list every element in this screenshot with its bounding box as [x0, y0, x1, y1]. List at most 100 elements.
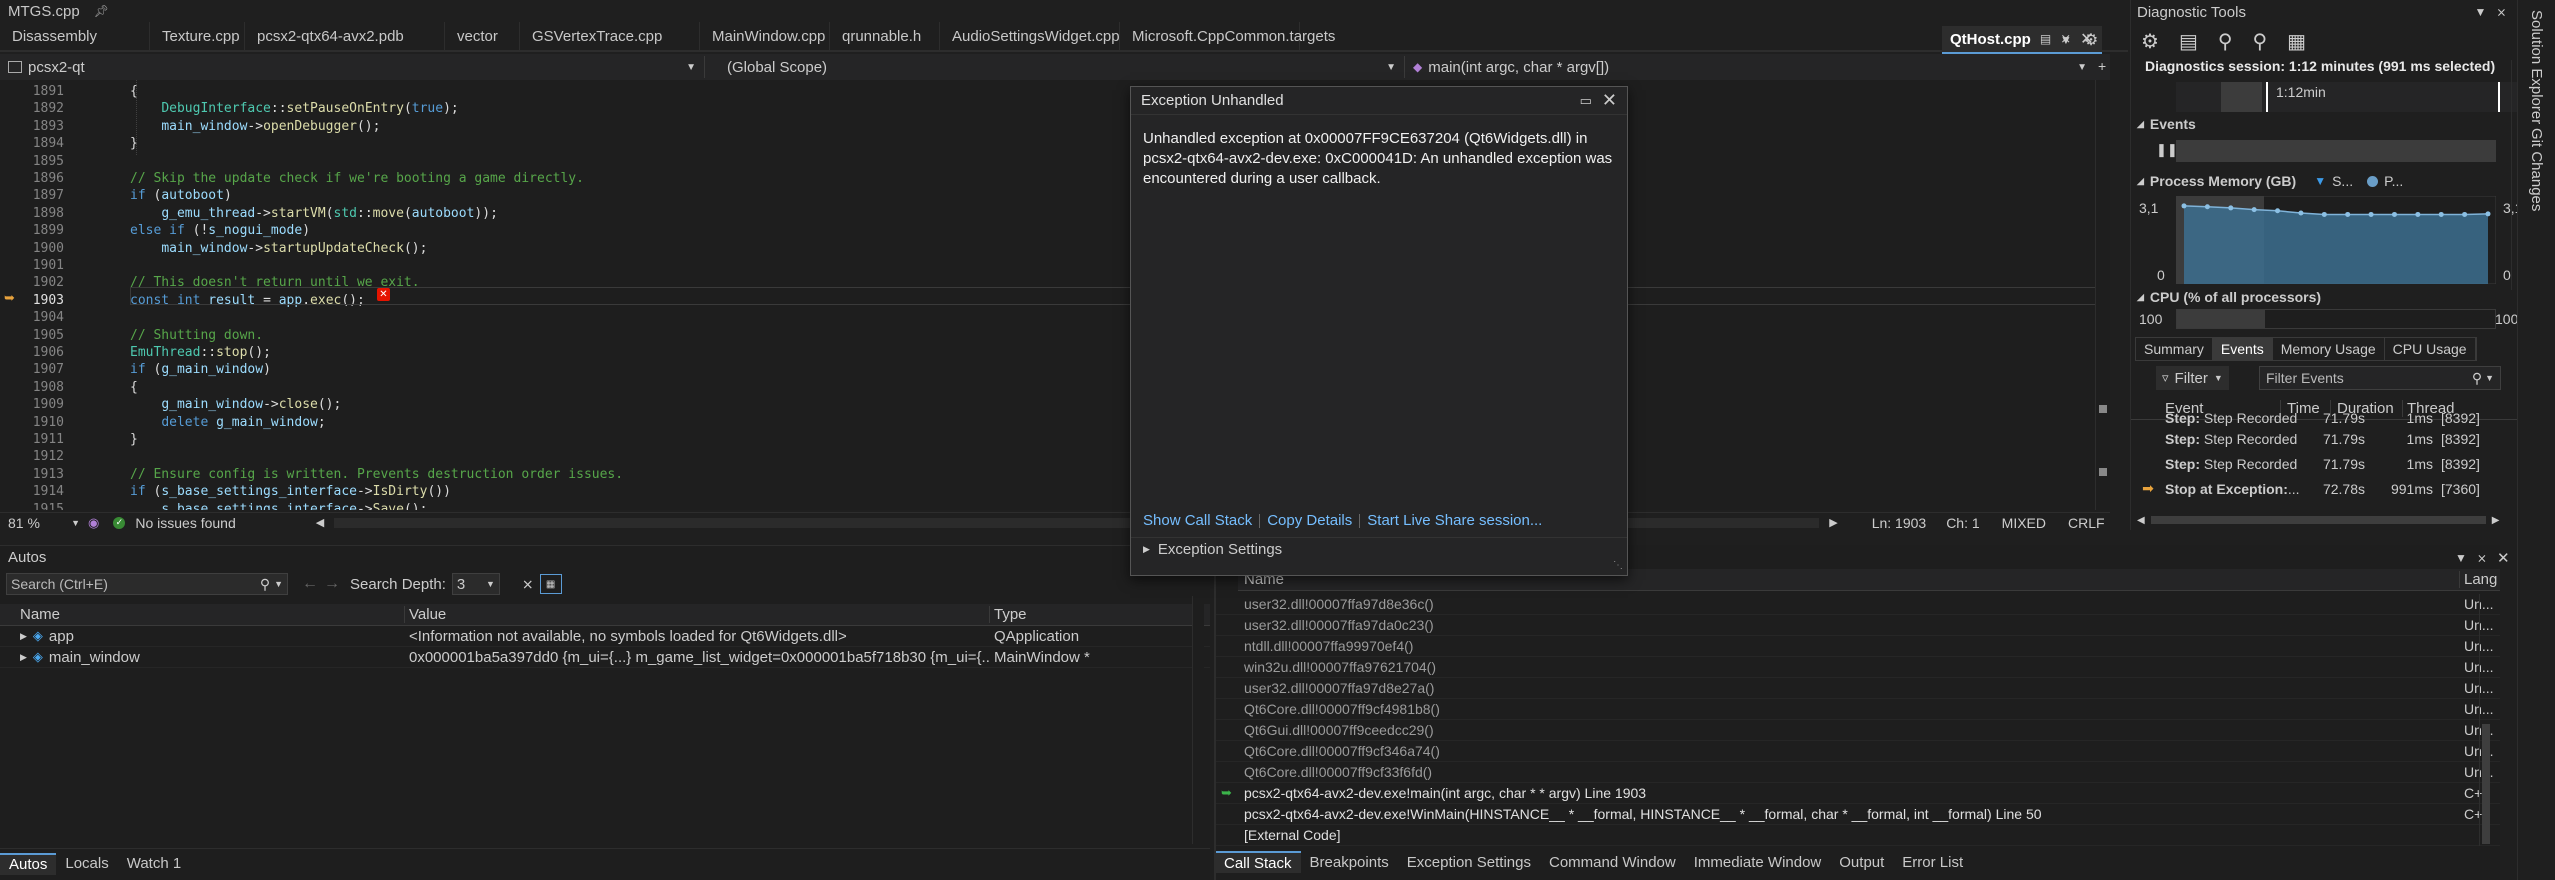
document-tab[interactable]: Texture.cpp	[150, 22, 245, 50]
chevron-down-icon[interactable]: ▼	[2455, 551, 2467, 565]
pin-icon[interactable]: ⨯	[2477, 551, 2487, 565]
settings-gear-icon[interactable]: ⚙	[2084, 30, 2098, 50]
zoom-in-icon[interactable]: ⚲	[2218, 29, 2233, 54]
code-line[interactable]: }	[130, 431, 138, 449]
exception-settings-expander[interactable]: ▶ Exception Settings	[1131, 537, 1627, 561]
call-stack-frame[interactable]: user32.dll!00007ffa97da0c23() Un...	[1215, 615, 2500, 636]
code-line[interactable]: // Ensure config is written. Prevents de…	[130, 466, 623, 484]
bottom-tab-output[interactable]: Output	[1830, 851, 1893, 873]
zoom-out-icon[interactable]: ⚲	[2253, 29, 2268, 54]
exception-link[interactable]: Copy Details	[1267, 512, 1352, 529]
close-icon[interactable]: ✕	[2497, 549, 2510, 567]
call-stack-frame[interactable]: Qt6Gui.dll!00007ff9ceedcc29() Un...	[1215, 720, 2500, 741]
bottom-tab-command-window[interactable]: Command Window	[1540, 851, 1685, 873]
bottom-tab-error-list[interactable]: Error List	[1893, 851, 1972, 873]
forward-arrow-icon[interactable]: →	[324, 575, 340, 593]
scroll-right-icon[interactable]: ▶	[1829, 516, 1837, 529]
code-line[interactable]: delete g_main_window;	[130, 414, 325, 432]
code-line[interactable]: main_window->openDebugger();	[130, 118, 380, 136]
scrollbar-thumb[interactable]	[2150, 516, 2486, 524]
event-row[interactable]: ➡ Stop at Exception:... 72.78s 991ms [7360]	[2131, 476, 2521, 501]
document-tab[interactable]: AudioSettingsWidget.cpp	[940, 22, 1120, 50]
code-line[interactable]: else if (!s_nogui_mode)	[130, 222, 310, 240]
cpu-chart[interactable]	[2176, 309, 2496, 329]
call-stack-frame[interactable]: [External Code]	[1215, 825, 2500, 846]
bottom-tab-breakpoints[interactable]: Breakpoints	[1301, 851, 1398, 873]
memory-chart[interactable]	[2176, 196, 2496, 284]
zoom-dropdown[interactable]: 81 % ▼	[0, 515, 80, 531]
call-stack-frame[interactable]: Qt6Core.dll!00007ff9cf346a74() Un...	[1215, 741, 2500, 762]
events-horizontal-scrollbar[interactable]: ◀ ▶	[2131, 512, 2536, 528]
panel-splitter[interactable]	[1214, 545, 1216, 880]
timeline-end-handle[interactable]	[2498, 82, 2500, 112]
code-editor[interactable]: 1891{1892 DebugInterface::setPauseOnEntr…	[0, 80, 2110, 510]
chevron-down-icon[interactable]: ▼	[2060, 33, 2072, 47]
document-tab[interactable]: Microsoft.CppCommon.targets	[1120, 22, 1335, 50]
close-icon[interactable]: ✕	[1602, 90, 1617, 111]
code-line[interactable]: EmuThread::stop();	[130, 344, 271, 362]
bottom-tab-immediate-window[interactable]: Immediate Window	[1685, 851, 1831, 873]
filter-button[interactable]: ▿ Filter ▼	[2156, 366, 2229, 390]
scroll-left-icon[interactable]: ◀	[2137, 515, 2145, 526]
search-depth-dropdown[interactable]: 3 ▼	[451, 573, 500, 595]
bottom-tab-locals[interactable]: Locals	[56, 853, 117, 875]
call-stack-frame[interactable]: Qt6Core.dll!00007ff9cf4981b8() Un...	[1215, 699, 2500, 720]
pin-icon[interactable]: ⨯	[2496, 5, 2506, 19]
document-tab[interactable]: Disassembly	[0, 22, 150, 50]
git-changes-tab[interactable]: Git Changes	[2528, 128, 2545, 211]
cpu-section-header[interactable]: ◢ CPU (% of all processors)	[2137, 289, 2321, 305]
solution-explorer-tab[interactable]: Solution Explorer	[2528, 10, 2545, 124]
col-value[interactable]: Value	[405, 606, 990, 623]
copilot-icon[interactable]: ◉	[88, 515, 99, 531]
document-tab[interactable]: qrunnable.h	[830, 22, 940, 50]
column-indicator[interactable]: Ch: 1	[1946, 515, 1979, 531]
autos-scrollbar[interactable]	[1192, 596, 1204, 844]
code-line[interactable]: // Skip the update check if we're bootin…	[130, 170, 584, 188]
document-tab[interactable]: pcsx2-qtx64-avx2.pdb	[245, 22, 445, 50]
call-stack-frame[interactable]: win32u.dll!00007ffa97621704() Un...	[1215, 657, 2500, 678]
chevron-right-icon[interactable]: ▶	[20, 652, 27, 663]
split-editor-icon[interactable]: +	[2098, 58, 2106, 74]
pin-icon[interactable]: 📌︎	[94, 4, 109, 18]
search-icon[interactable]: ⚲	[2472, 370, 2482, 387]
code-line[interactable]: s_base_settings_interface->Save();	[130, 501, 427, 510]
document-tab[interactable]: vector	[445, 22, 520, 50]
reset-view-icon[interactable]: ▦	[2287, 29, 2306, 54]
scope-dropdown[interactable]: (Global Scope) ▼	[705, 56, 1405, 78]
hex-display-icon[interactable]: ▦	[539, 574, 562, 594]
call-stack-frame[interactable]: ntdll.dll!00007ffa99970ef4() Un...	[1215, 636, 2500, 657]
code-line[interactable]: if (g_main_window)	[130, 361, 271, 379]
settings-gear-icon[interactable]: ⚙	[2141, 29, 2159, 54]
timeline-start-handle[interactable]	[2266, 82, 2268, 112]
back-arrow-icon[interactable]: ←	[302, 575, 318, 593]
pin-to-source-icon[interactable]: ⨯	[522, 576, 534, 593]
code-line[interactable]: DebugInterface::setPauseOnEntry(true);	[130, 100, 458, 118]
code-line[interactable]: // Shutting down.	[130, 327, 263, 345]
scrollbar-thumb[interactable]	[2482, 724, 2490, 844]
call-stack-frame[interactable]: ➥ pcsx2-qtx64-avx2-dev.exe!main(int argc,…	[1215, 783, 2500, 804]
tab-pinned[interactable]: MTGS.cpp 📌︎	[0, 0, 117, 22]
autos-row[interactable]: ▶ ◈ main_window 0x000001ba5a397dd0 {m_ui={.…	[0, 647, 1210, 668]
bottom-tab-exception-settings[interactable]: Exception Settings	[1398, 851, 1540, 873]
exception-link[interactable]: Show Call Stack	[1143, 512, 1252, 529]
call-stack-frame[interactable]: user32.dll!00007ffa97d8e27a() Un...	[1215, 678, 2500, 699]
project-dropdown[interactable]: pcsx2-qt ▼	[0, 56, 705, 78]
code-line[interactable]: main_window->startupUpdateCheck();	[130, 240, 427, 258]
bottom-tab-autos[interactable]: Autos	[0, 852, 57, 875]
col-lang[interactable]: Lang	[2460, 571, 2497, 588]
code-line[interactable]: g_emu_thread->startVM(std::move(autoboot…	[130, 205, 498, 223]
call-stack-scrollbar[interactable]	[2479, 594, 2491, 846]
autos-search-box[interactable]: Search (Ctrl+E) ⚲ ▼	[6, 573, 288, 595]
autos-row[interactable]: ▶ ◈ app <Information not available, no symb…	[0, 626, 1210, 647]
member-dropdown[interactable]: ◆ main(int argc, char * argv[]) ▼	[1405, 56, 2095, 78]
col-type[interactable]: Type	[990, 606, 1027, 623]
bottom-tab-call-stack[interactable]: Call Stack	[1215, 851, 1301, 873]
code-line[interactable]: {	[130, 379, 138, 397]
exception-link[interactable]: Start Live Share session...	[1367, 512, 1542, 529]
search-icon[interactable]: ⚲	[260, 576, 270, 593]
editor-vertical-scrollbar[interactable]	[2095, 80, 2110, 510]
call-stack-frame[interactable]: pcsx2-qtx64-avx2-dev.exe!WinMain(HINSTAN…	[1215, 804, 2500, 825]
chevron-down-icon[interactable]: ▼	[2474, 5, 2486, 19]
event-row[interactable]: Step: Step Recorded 71.79s 1ms [8392]	[2131, 451, 2521, 476]
diag-tab-cpu-usage[interactable]: CPU Usage	[2385, 338, 2476, 360]
